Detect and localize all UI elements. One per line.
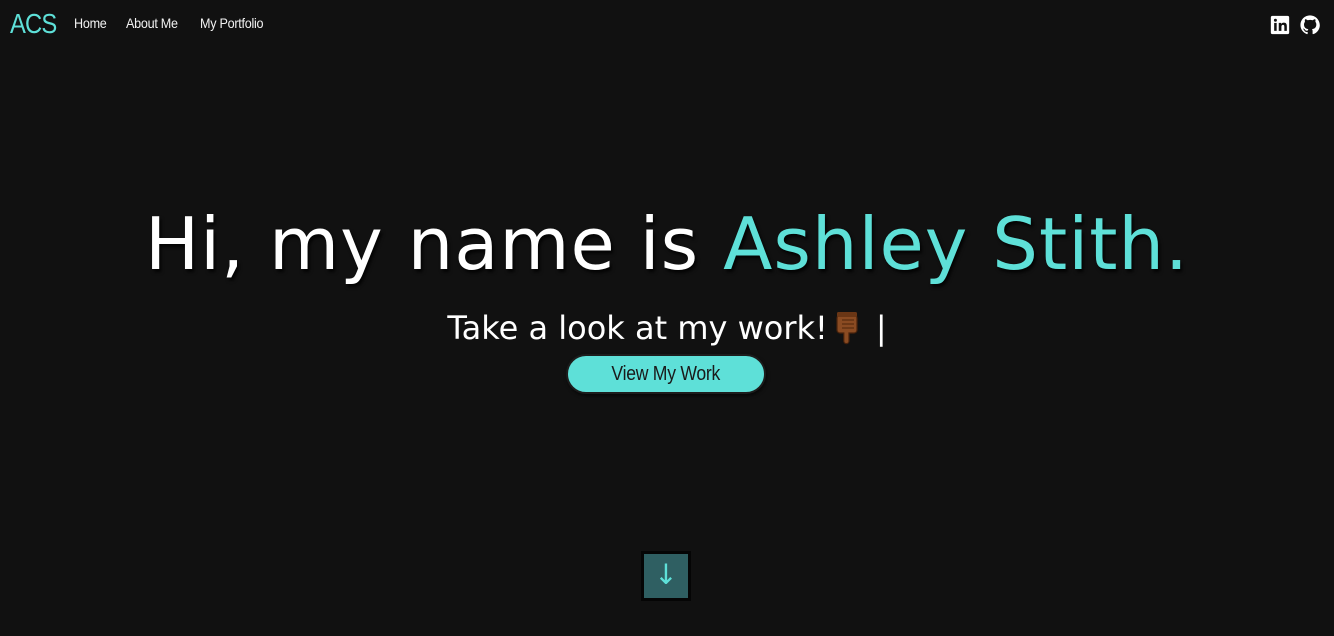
view-my-work-label: View My Work <box>611 363 721 385</box>
scroll-down-button[interactable]: ↓ <box>641 551 691 601</box>
nav-links: Home About Me My Portfolio <box>74 14 270 32</box>
navbar: ACS Home About Me My Portfolio <box>0 0 1334 48</box>
github-icon[interactable] <box>1300 15 1320 35</box>
arrow-down-icon: ↓ <box>654 558 678 591</box>
linkedin-icon[interactable] <box>1270 15 1290 35</box>
typing-cursor: | <box>875 309 887 347</box>
hero-title: Hi, my name is Ashley Stith. <box>0 196 1334 292</box>
hero-subtitle-text: Take a look at my work! <box>447 309 828 347</box>
pointing-down-hand-icon <box>836 312 858 345</box>
hero-title-name: Ashley Stith. <box>723 202 1189 286</box>
nav-link-my-portfolio[interactable]: My Portfolio <box>200 14 264 32</box>
page: ACS Home About Me My Portfolio Hi, my na… <box>0 0 1334 636</box>
nav-link-home[interactable]: Home <box>74 14 107 32</box>
view-my-work-button[interactable]: View My Work <box>566 354 766 394</box>
brand-logo[interactable]: ACS <box>10 8 57 40</box>
nav-link-about-me[interactable]: About Me <box>126 14 178 32</box>
hero-title-prefix: Hi, my name is <box>145 202 724 286</box>
hero-subtitle: Take a look at my work! | <box>0 306 1334 350</box>
social-links <box>1270 15 1320 35</box>
